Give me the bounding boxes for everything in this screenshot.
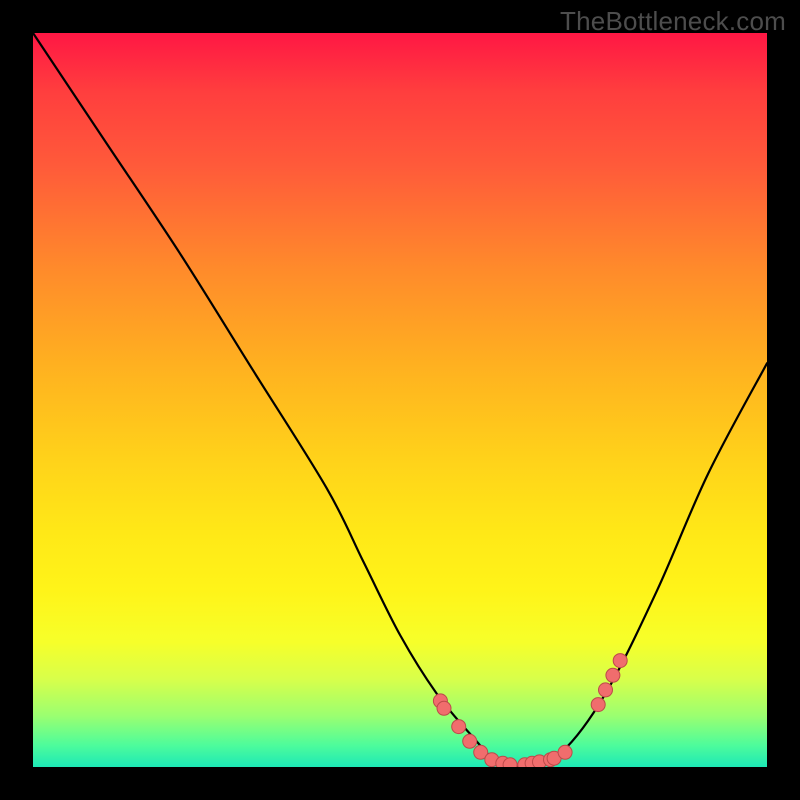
chart-frame: TheBottleneck.com	[0, 0, 800, 800]
sweet-spot-dot	[503, 758, 517, 767]
sweet-spot-dot	[613, 654, 627, 668]
sweet-spot-dot	[558, 745, 572, 759]
sweet-spot-dot	[599, 683, 613, 697]
sweet-spot-dot	[606, 668, 620, 682]
plot-area	[33, 33, 767, 767]
sweet-spot-dot	[437, 701, 451, 715]
sweet-spot-dot	[591, 698, 605, 712]
bottleneck-curve	[33, 33, 767, 767]
chart-svg	[33, 33, 767, 767]
sweet-spot-dot	[463, 734, 477, 748]
sweet-spot-dot	[452, 720, 466, 734]
watermark-text: TheBottleneck.com	[560, 6, 786, 37]
sweet-spot-dots	[433, 654, 627, 767]
